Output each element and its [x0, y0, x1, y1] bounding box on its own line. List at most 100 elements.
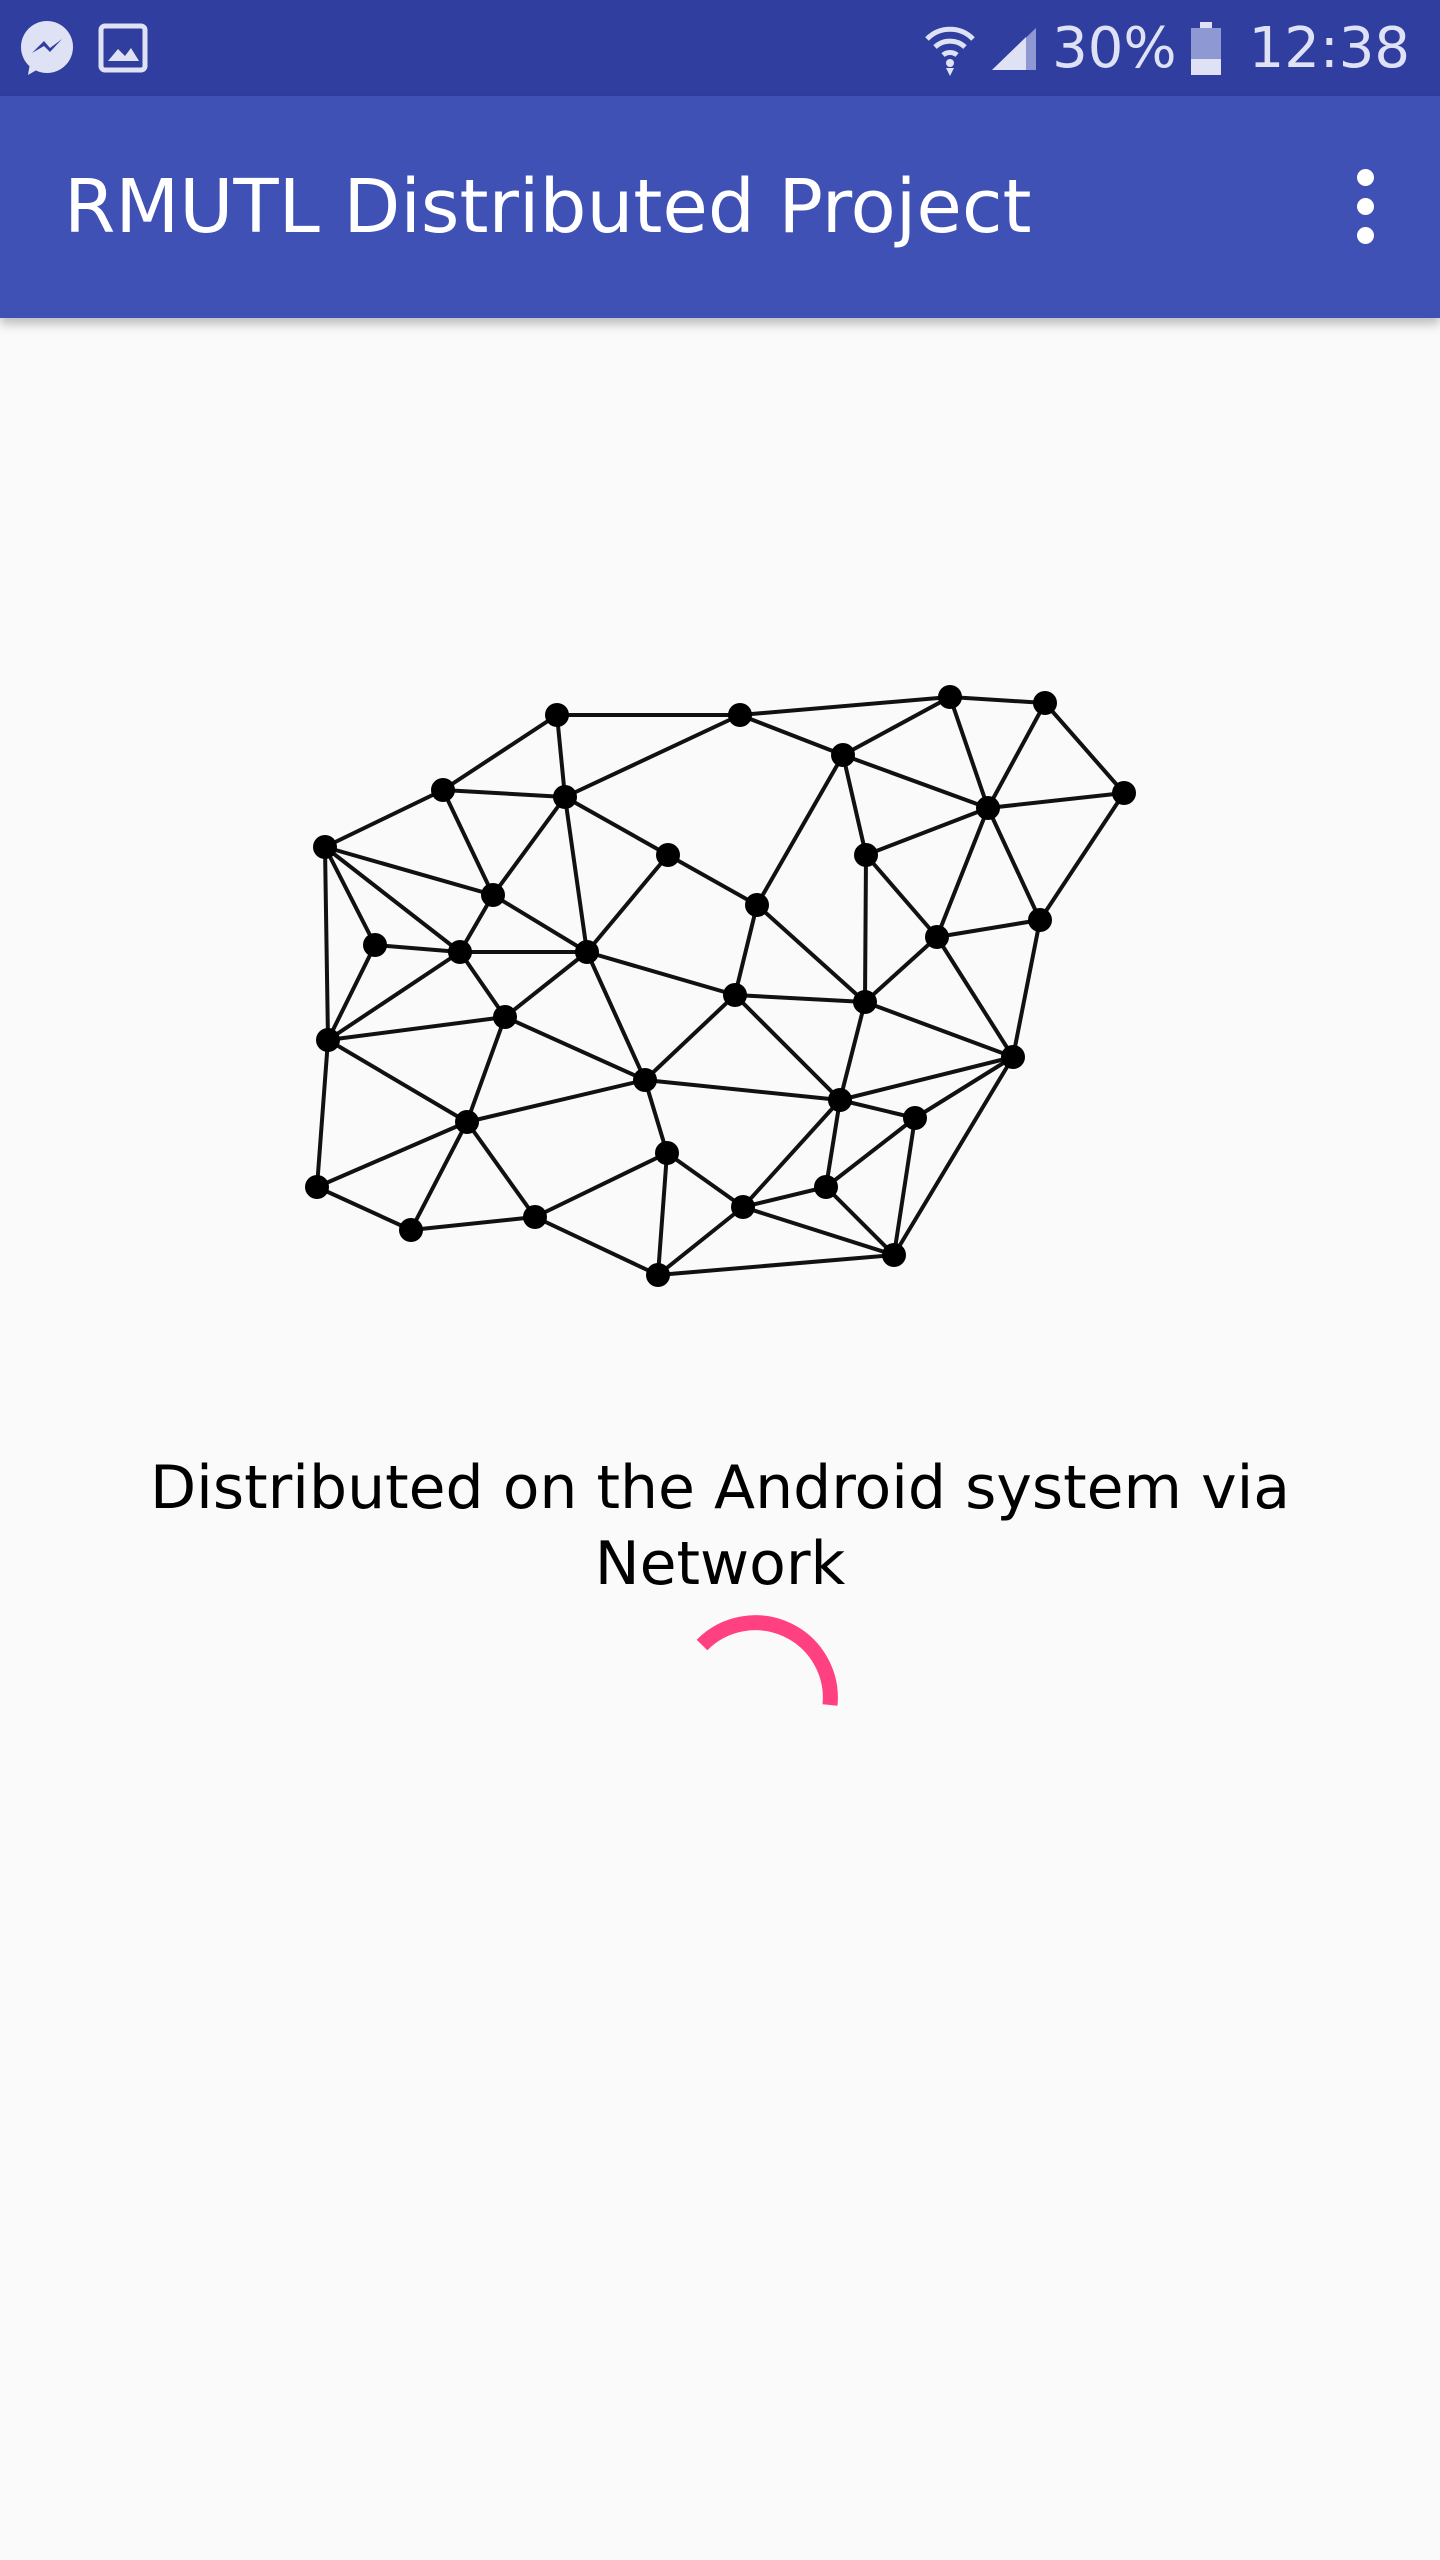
network-graph-illustration: [305, 685, 1136, 1287]
network-edge: [948, 695, 990, 810]
network-edge: [315, 1120, 469, 1189]
network-node: [903, 1106, 927, 1130]
network-edge: [986, 791, 1126, 810]
network-edge: [441, 788, 567, 799]
network-edge: [533, 1215, 660, 1277]
network-node: [553, 785, 577, 809]
network-node: [723, 983, 747, 1007]
network-edge: [665, 1151, 745, 1209]
network-node: [633, 1068, 657, 1092]
network-edge: [585, 950, 647, 1082]
network-edge: [643, 1078, 669, 1155]
network-edge: [458, 950, 507, 1019]
network-edge: [656, 1151, 669, 1277]
network-edge: [892, 1055, 1015, 1257]
network-node: [976, 796, 1000, 820]
network-edge: [666, 853, 759, 907]
network-node: [448, 940, 472, 964]
network-edge: [585, 950, 737, 997]
network-edge: [563, 795, 670, 857]
network-edge: [503, 1015, 647, 1082]
network-node: [728, 703, 752, 727]
network-node: [1028, 908, 1052, 932]
network-edge: [863, 853, 868, 1004]
network-edge: [841, 753, 868, 857]
network-edge: [935, 935, 1015, 1059]
network-edge: [441, 788, 495, 897]
network-edge: [533, 1151, 669, 1219]
network-node: [399, 1218, 423, 1242]
network-edge: [563, 795, 589, 954]
network-node: [831, 743, 855, 767]
network-edge: [1043, 701, 1126, 795]
network-edge: [755, 903, 867, 1004]
network-edge: [741, 1205, 896, 1257]
clock: 12:38: [1248, 16, 1410, 81]
network-node: [575, 940, 599, 964]
messenger-icon: [21, 21, 73, 75]
network-node: [731, 1195, 755, 1219]
network-edge: [733, 993, 867, 1004]
network-edge: [913, 1055, 1015, 1120]
network-edge: [441, 713, 559, 792]
network-node: [363, 933, 387, 957]
network-edge: [326, 1015, 507, 1042]
network-node: [646, 1263, 670, 1287]
app-title: RMUTL Distributed Project: [64, 164, 1032, 250]
network-edge: [755, 753, 845, 907]
network-node: [523, 1205, 547, 1229]
app-bar: RMUTL Distributed Project: [0, 96, 1440, 318]
network-edge: [838, 1055, 1015, 1102]
network-node: [656, 843, 680, 867]
network-edge: [863, 1000, 1015, 1059]
network-edge: [1038, 791, 1126, 922]
network-edge: [315, 1185, 413, 1232]
network-edge: [643, 1078, 842, 1102]
network-edge: [864, 853, 939, 939]
network-node: [938, 685, 962, 709]
network-edge: [315, 1038, 330, 1189]
network-node: [745, 893, 769, 917]
network-node: [828, 1088, 852, 1112]
network-edge: [863, 935, 939, 1004]
network-node: [545, 703, 569, 727]
network-edge: [326, 943, 377, 1042]
network-edge: [323, 845, 377, 947]
network-node: [1001, 1045, 1025, 1069]
overflow-menu-icon[interactable]: [1330, 158, 1400, 254]
network-node: [455, 1110, 479, 1134]
menu-dot: [1356, 197, 1374, 215]
network-edge: [585, 853, 670, 954]
network-edge: [841, 753, 990, 810]
network-edge: [323, 845, 495, 897]
network-edge: [643, 993, 737, 1082]
network-node: [316, 1028, 340, 1052]
network-node: [1112, 781, 1136, 805]
network-edge: [326, 1038, 469, 1124]
network-node: [431, 778, 455, 802]
network-edge: [741, 1185, 828, 1209]
status-bar: 30% 12:38: [0, 0, 1440, 96]
network-edge: [741, 1098, 842, 1209]
network-edge: [838, 1000, 867, 1102]
network-edge: [465, 1015, 507, 1124]
status-bar-left: [18, 18, 148, 78]
gallery-icon: [98, 23, 148, 73]
network-edge: [824, 1116, 917, 1189]
network-edge: [503, 950, 589, 1019]
network-edge: [458, 893, 495, 954]
network-node: [493, 1005, 517, 1029]
network-edge: [892, 1116, 917, 1257]
network-edge: [986, 806, 1042, 922]
network-edge: [935, 918, 1042, 939]
network-edge: [656, 1205, 745, 1277]
network-node: [305, 1175, 329, 1199]
network-edge: [864, 806, 990, 857]
network-edge: [824, 1185, 896, 1257]
network-edge: [465, 1120, 537, 1219]
network-edge: [373, 943, 462, 954]
network-edge: [656, 1253, 896, 1277]
status-bar-right: 30% 12:38: [924, 14, 1410, 84]
network-edge: [948, 695, 1047, 705]
network-edge: [824, 1098, 842, 1189]
